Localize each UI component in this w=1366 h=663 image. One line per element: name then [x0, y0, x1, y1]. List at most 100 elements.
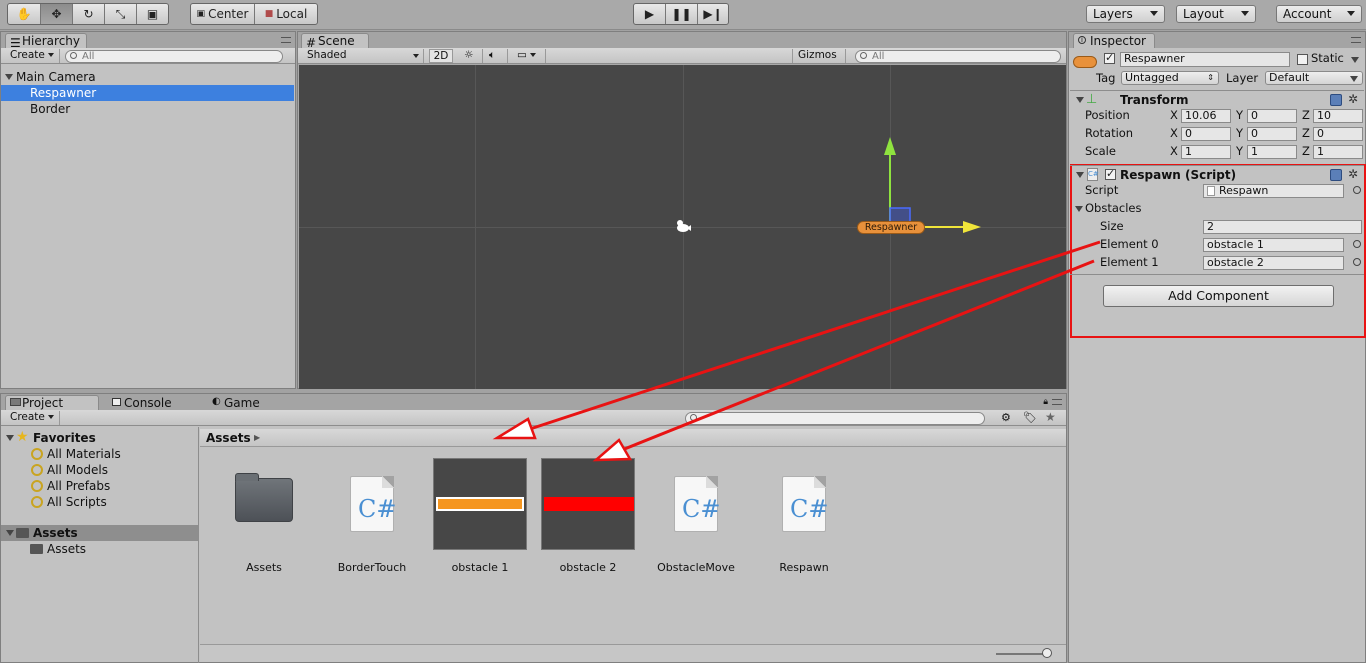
- object-icon[interactable]: [1073, 56, 1097, 68]
- scene-search-input[interactable]: All: [855, 50, 1061, 63]
- csharp-script-icon: C#: [782, 476, 828, 532]
- static-checkbox[interactable]: [1297, 54, 1308, 65]
- layout-dropdown[interactable]: Layout: [1176, 5, 1256, 23]
- csharp-script-icon: C#: [674, 476, 720, 532]
- tab-game[interactable]: ◐ Game: [207, 395, 287, 410]
- expand-arrow-icon: [5, 74, 13, 80]
- pause-button[interactable]: ❚❚: [666, 4, 698, 24]
- element-0-field[interactable]: obstacle 1: [1203, 238, 1344, 252]
- rotation-z-field[interactable]: 0: [1313, 127, 1363, 141]
- element-1-field[interactable]: obstacle 2: [1203, 256, 1344, 270]
- play-button[interactable]: ▶: [634, 4, 666, 24]
- transform-header[interactable]: ⊥ Transform ✲: [1070, 90, 1364, 108]
- scale-x-field[interactable]: 1: [1181, 145, 1231, 159]
- step-button[interactable]: ▶❙: [698, 4, 728, 24]
- position-y-field[interactable]: 0: [1247, 109, 1297, 123]
- gear-icon[interactable]: ✲: [1348, 168, 1358, 180]
- rect-tool-button[interactable]: ▣: [137, 4, 168, 24]
- position-z-field[interactable]: 10: [1313, 109, 1363, 123]
- project-create-button[interactable]: Create: [5, 411, 60, 425]
- favorites-header[interactable]: ★ Favorites: [1, 429, 198, 446]
- filter-type-icon[interactable]: ⚙: [1001, 411, 1011, 424]
- object-name-field[interactable]: Respawner: [1120, 52, 1290, 67]
- image-icon: ▭: [517, 49, 527, 61]
- shading-mode-dropdown[interactable]: Shaded: [302, 49, 424, 63]
- lighting-toggle[interactable]: ☼: [459, 49, 483, 63]
- audio-toggle[interactable]: 🔈︎: [484, 49, 508, 63]
- asset-prefab-obstacle-1[interactable]: obstacle 1: [430, 458, 530, 578]
- rotation-y-value: 0: [1251, 127, 1258, 140]
- favorite-item[interactable]: All Models: [1, 462, 198, 478]
- tab-console-label: Console: [124, 396, 172, 410]
- move-tool-button[interactable]: ✥: [41, 4, 73, 24]
- respawn-script-header[interactable]: C# Respawn (Script) ✲: [1070, 165, 1364, 183]
- asset-script-respawn[interactable]: C# Respawn: [754, 458, 854, 578]
- object-picker-icon[interactable]: [1353, 258, 1361, 266]
- mode-2d-toggle[interactable]: 2D: [429, 49, 453, 63]
- account-dropdown[interactable]: Account: [1276, 5, 1362, 23]
- scene-gizmos: [677, 137, 981, 233]
- help-book-icon[interactable]: [1330, 94, 1342, 106]
- effects-dropdown[interactable]: ▭: [512, 49, 546, 63]
- asset-script-bordertouch[interactable]: C# BorderTouch: [322, 458, 422, 578]
- script-field[interactable]: Respawn: [1203, 184, 1344, 198]
- position-x-field[interactable]: 10.06: [1181, 109, 1231, 123]
- rotation-x-field[interactable]: 0: [1181, 127, 1231, 141]
- layers-dropdown[interactable]: Layers: [1086, 5, 1165, 23]
- size-field[interactable]: 2: [1203, 220, 1362, 234]
- scale-y-field[interactable]: 1: [1247, 145, 1297, 159]
- chevron-down-icon[interactable]: [1351, 57, 1359, 63]
- zoom-slider-handle[interactable]: [1042, 648, 1052, 658]
- hierarchy-item-main-camera[interactable]: Main Camera: [1, 69, 295, 85]
- rotate-tool-button[interactable]: ↻: [73, 4, 105, 24]
- pivot-center-button[interactable]: ▣ Center: [191, 4, 255, 24]
- breadcrumb-assets[interactable]: Assets: [206, 431, 251, 445]
- panel-menu-icon[interactable]: [1052, 399, 1062, 405]
- panel-menu-icon[interactable]: [1351, 37, 1361, 43]
- asset-prefab-obstacle-2[interactable]: obstacle 2: [538, 458, 638, 578]
- tab-scene[interactable]: # Scene: [301, 33, 369, 50]
- object-picker-icon[interactable]: [1353, 186, 1361, 194]
- zoom-slider-track[interactable]: [996, 653, 1048, 655]
- asset-folder-assets[interactable]: Assets: [214, 458, 314, 578]
- hierarchy-create-button[interactable]: Create: [5, 49, 60, 63]
- favorite-item[interactable]: All Materials: [1, 446, 198, 462]
- scale-z-field[interactable]: 1: [1313, 145, 1363, 159]
- tab-inspector[interactable]: i Inspector: [1073, 33, 1155, 48]
- tag-dropdown[interactable]: Untagged ⇕: [1121, 71, 1219, 85]
- favorite-item[interactable]: All Prefabs: [1, 478, 198, 494]
- rotation-y-field[interactable]: 0: [1247, 127, 1297, 141]
- tab-hierarchy[interactable]: ☰ Hierarchy: [5, 33, 87, 50]
- project-search-input[interactable]: [685, 412, 985, 425]
- hierarchy-item-respawner[interactable]: Respawner: [1, 85, 294, 101]
- assets-child-item[interactable]: Assets: [1, 541, 198, 557]
- tab-console[interactable]: Console: [107, 395, 197, 410]
- object-active-checkbox[interactable]: [1104, 51, 1115, 64]
- favorite-label: All Materials: [47, 447, 121, 461]
- object-picker-icon[interactable]: [1353, 240, 1361, 248]
- favorite-item[interactable]: All Scripts: [1, 494, 198, 510]
- axis-x-label: X: [1170, 144, 1178, 158]
- tab-project[interactable]: Project: [5, 395, 99, 410]
- asset-script-obstaclemove[interactable]: C# ObstacleMove: [646, 458, 746, 578]
- tag-icon[interactable]: 🏷︎: [1023, 411, 1037, 424]
- add-component-button[interactable]: Add Component: [1103, 285, 1334, 307]
- move-gizmo[interactable]: [884, 137, 981, 233]
- grid-icon: #: [306, 36, 317, 50]
- lock-icon[interactable]: 🔒︎: [1043, 397, 1048, 407]
- gear-icon[interactable]: ✲: [1348, 93, 1358, 105]
- star-icon[interactable]: ★: [1045, 410, 1056, 424]
- hand-tool-button[interactable]: ✋: [8, 4, 41, 24]
- help-book-icon[interactable]: [1330, 169, 1342, 181]
- hierarchy-item-border[interactable]: Border: [1, 101, 295, 117]
- expand-arrow-icon[interactable]: [1075, 206, 1083, 212]
- scale-tool-button[interactable]: ⤡: [105, 4, 137, 24]
- hierarchy-search-input[interactable]: All: [65, 50, 283, 63]
- space-local-button[interactable]: ■ Local: [255, 4, 317, 24]
- panel-menu-icon[interactable]: [281, 37, 291, 43]
- assets-root-item[interactable]: Assets: [1, 525, 198, 541]
- layer-dropdown[interactable]: Default: [1265, 71, 1363, 85]
- gizmos-dropdown[interactable]: Gizmos: [792, 49, 846, 70]
- script-enabled-checkbox[interactable]: [1105, 167, 1116, 180]
- scene-viewport[interactable]: Respawner: [299, 65, 1066, 389]
